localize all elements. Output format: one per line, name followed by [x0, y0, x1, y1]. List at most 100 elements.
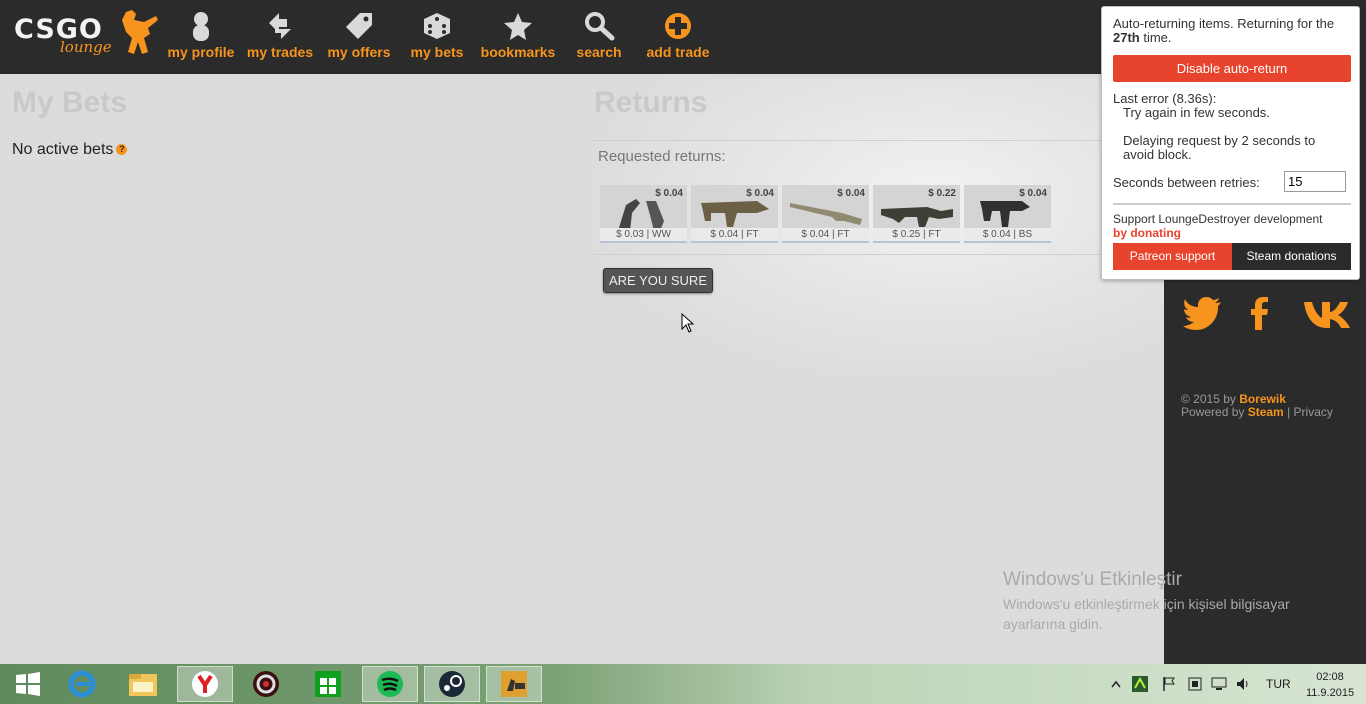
auto-return-status: Auto-returning items. Returning for the …: [1113, 17, 1351, 45]
clock-time: 02:08: [1316, 671, 1344, 683]
item-price: $ 0.04: [655, 188, 683, 199]
return-item-5[interactable]: $ 0.04 $ 0.04 | BS: [964, 185, 1051, 243]
nav-label: my bets: [410, 44, 464, 60]
activation-watermark-text: Windows'u etkinleştirmek için kişisel bi…: [1003, 596, 1290, 632]
network-icon[interactable]: [1211, 676, 1227, 692]
store-button[interactable]: [300, 666, 356, 702]
no-active-bets: No active bets?: [12, 141, 128, 159]
item-condition: $ 0.04 | BS: [964, 228, 1051, 241]
tag-icon: [318, 10, 400, 42]
copyright-text: © 2015 by: [1181, 392, 1240, 406]
clock[interactable]: 02:08 11.9.2015: [1300, 669, 1360, 701]
support-text: Support LoungeDestroyer development: [1113, 212, 1323, 226]
app-button[interactable]: [238, 666, 294, 702]
powered-text: Powered by: [1181, 405, 1248, 419]
language-indicator[interactable]: TUR: [1266, 677, 1291, 691]
divider: [592, 254, 1164, 255]
csgolounge-logo[interactable]: CSGO lounge: [12, 8, 158, 64]
twitter-icon[interactable]: [1183, 296, 1223, 332]
action-center-flag-icon[interactable]: [1161, 676, 1177, 692]
logo-subtext: lounge: [60, 38, 112, 56]
item-condition: $ 0.04 | FT: [782, 228, 869, 241]
ie-icon: [68, 670, 96, 698]
soldier-icon: [122, 10, 158, 54]
privacy-link[interactable]: Privacy: [1294, 405, 1333, 419]
error-message: Try again in few seconds.: [1123, 105, 1270, 120]
donating-link[interactable]: by donating: [1113, 226, 1181, 240]
divider: [1113, 203, 1351, 205]
gear-app-icon: [253, 671, 279, 697]
footer-credits: © 2015 by Borewik Powered by Steam | Pri…: [1181, 393, 1333, 419]
steam-button[interactable]: [424, 666, 480, 702]
return-item-3[interactable]: $ 0.04 $ 0.04 | FT: [782, 185, 869, 243]
file-explorer-button[interactable]: [115, 666, 171, 702]
retries-label: Seconds between retries:: [1113, 175, 1260, 190]
item-price: $ 0.22: [928, 188, 956, 199]
no-bets-text: No active bets: [12, 141, 114, 158]
nav-bookmarks[interactable]: bookmarks: [477, 0, 559, 74]
windows-logo-icon: [16, 672, 40, 696]
internet-explorer-button[interactable]: [54, 666, 110, 702]
facebook-icon[interactable]: [1240, 296, 1280, 332]
return-item-4[interactable]: $ 0.22 $ 0.25 | FT: [873, 185, 960, 243]
separator: |: [1283, 405, 1294, 419]
status-text: Auto-returning items. Returning for the: [1113, 16, 1335, 31]
mouse-cursor-icon: [681, 313, 695, 333]
steam-donations-button[interactable]: Steam donations: [1232, 243, 1351, 270]
volume-icon[interactable]: [1235, 676, 1251, 692]
spotify-button[interactable]: [362, 666, 418, 702]
nav-label: search: [576, 44, 622, 60]
star-icon: [477, 10, 559, 42]
nav-my-offers[interactable]: my offers: [318, 0, 400, 74]
divider: [592, 140, 1164, 141]
status-count: 27th: [1113, 30, 1140, 45]
status-text-end: time.: [1139, 30, 1172, 45]
clock-date: 11.9.2015: [1305, 687, 1355, 699]
are-you-sure-button[interactable]: ARE YOU SURE: [603, 268, 713, 293]
tray-device-icon[interactable]: [1187, 676, 1203, 692]
loungedestroyer-popup: Auto-returning items. Returning for the …: [1101, 6, 1360, 280]
retries-input[interactable]: [1284, 171, 1346, 192]
return-item-1[interactable]: $ 0.04 $ 0.03 | WW: [600, 185, 687, 243]
nav-my-bets[interactable]: my bets: [396, 0, 478, 74]
help-icon[interactable]: ?: [116, 144, 128, 156]
author-link[interactable]: Borewik: [1239, 392, 1286, 406]
folder-icon: [129, 674, 157, 696]
nav-label: bookmarks: [480, 44, 556, 60]
show-hidden-icons-icon[interactable]: [1111, 680, 1121, 688]
activation-watermark-title: Windows'u Etkinleştir: [1003, 569, 1182, 590]
item-price: $ 0.04: [1019, 188, 1047, 199]
start-button[interactable]: [0, 666, 56, 702]
tray-app-icon[interactable]: [1131, 675, 1149, 693]
yandex-icon: [192, 671, 218, 697]
plus-circle-icon: [637, 10, 719, 42]
nav-label: my profile: [167, 44, 235, 60]
nav-my-trades[interactable]: my trades: [239, 0, 321, 74]
nav-label: my trades: [246, 44, 314, 60]
delay-message: Delaying request by 2 seconds to avoid b…: [1123, 133, 1316, 162]
patreon-button[interactable]: Patreon support: [1113, 243, 1232, 270]
search-icon: [558, 10, 640, 42]
nav-label: add trade: [646, 44, 710, 60]
item-price: $ 0.04: [837, 188, 865, 199]
vk-icon[interactable]: [1302, 296, 1350, 332]
item-condition: $ 0.03 | WW: [600, 228, 687, 241]
spotify-icon: [377, 671, 403, 697]
item-price: $ 0.04: [746, 188, 774, 199]
trades-icon: [239, 10, 321, 42]
store-icon: [315, 671, 341, 697]
disable-auto-return-button[interactable]: Disable auto-return: [1113, 55, 1351, 82]
steam-link[interactable]: Steam: [1248, 405, 1284, 419]
nav-add-trade[interactable]: add trade: [637, 0, 719, 74]
nav-my-profile[interactable]: my profile: [160, 0, 242, 74]
yandex-browser-button[interactable]: [177, 666, 233, 702]
return-item-2[interactable]: $ 0.04 $ 0.04 | FT: [691, 185, 778, 243]
csgo-icon: [501, 671, 527, 697]
profile-icon: [160, 10, 242, 42]
requested-returns-label: Requested returns:: [598, 148, 726, 165]
nav-label: my offers: [327, 44, 391, 60]
nav-search[interactable]: search: [558, 0, 640, 74]
csgo-button[interactable]: [486, 666, 542, 702]
item-condition: $ 0.04 | FT: [691, 228, 778, 241]
my-bets-title: My Bets: [12, 86, 128, 119]
